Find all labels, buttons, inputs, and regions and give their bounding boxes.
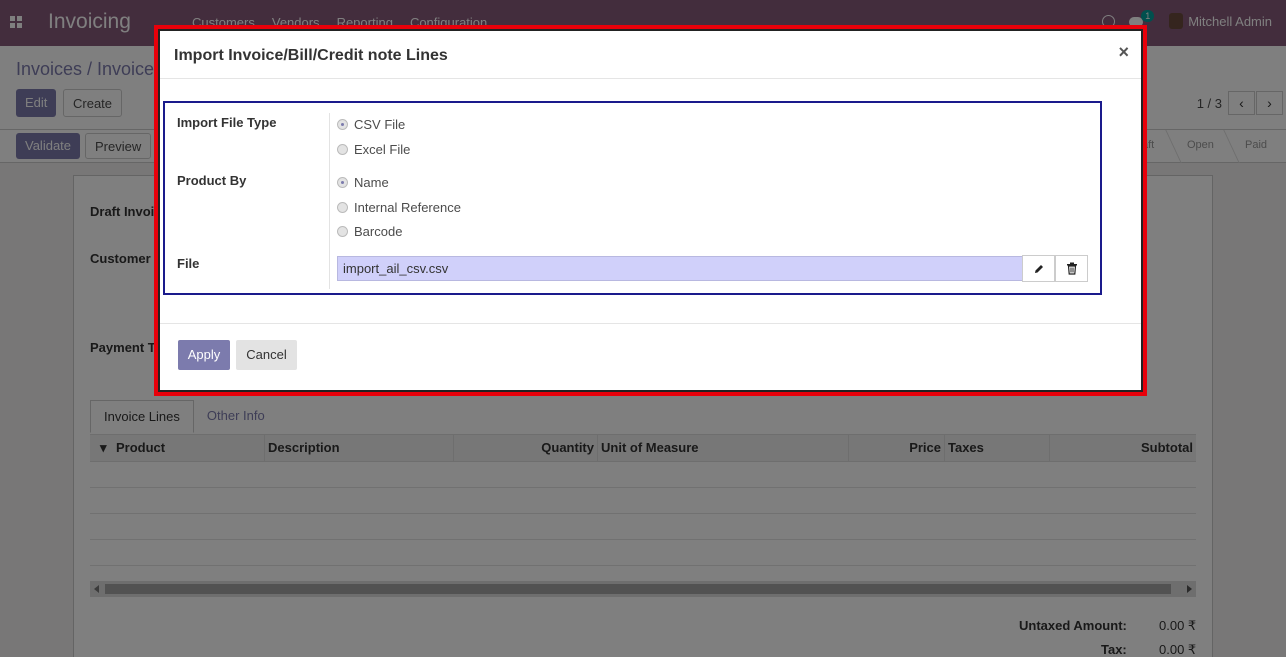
file-input[interactable]: import_ail_csv.csv [337,256,1023,281]
trash-icon [1066,262,1077,275]
radio-name[interactable]: Name [337,175,389,190]
radio-unchecked-icon[interactable] [337,144,348,155]
close-icon[interactable]: × [1118,43,1129,61]
import-lines-dialog: Import Invoice/Bill/Credit note Lines × … [158,29,1143,392]
edit-file-button[interactable] [1022,255,1055,282]
radio-unchecked-icon[interactable] [337,202,348,213]
radio-csv-file[interactable]: CSV File [337,117,405,132]
cancel-button[interactable]: Cancel [236,340,297,370]
radio-unchecked-icon[interactable] [337,226,348,237]
radio-excel-file[interactable]: Excel File [337,142,410,157]
radio-barcode[interactable]: Barcode [337,224,402,239]
import-file-type-label: Import File Type [177,115,277,130]
radio-checked-icon[interactable] [337,119,348,130]
dialog-footer-divider [160,323,1141,324]
label-divider [329,113,330,289]
apply-button[interactable]: Apply [178,340,230,370]
file-label: File [177,256,200,271]
dialog-title: Import Invoice/Bill/Credit note Lines [174,47,448,64]
dialog-header: Import Invoice/Bill/Credit note Lines × [160,31,1141,79]
radio-internal-reference[interactable]: Internal Reference [337,200,461,215]
product-by-label: Product By [177,173,247,188]
import-form-group: Import File Type CSV File Excel File Pro… [163,101,1102,295]
radio-checked-icon[interactable] [337,177,348,188]
pencil-icon [1034,264,1043,273]
delete-file-button[interactable] [1055,255,1088,282]
